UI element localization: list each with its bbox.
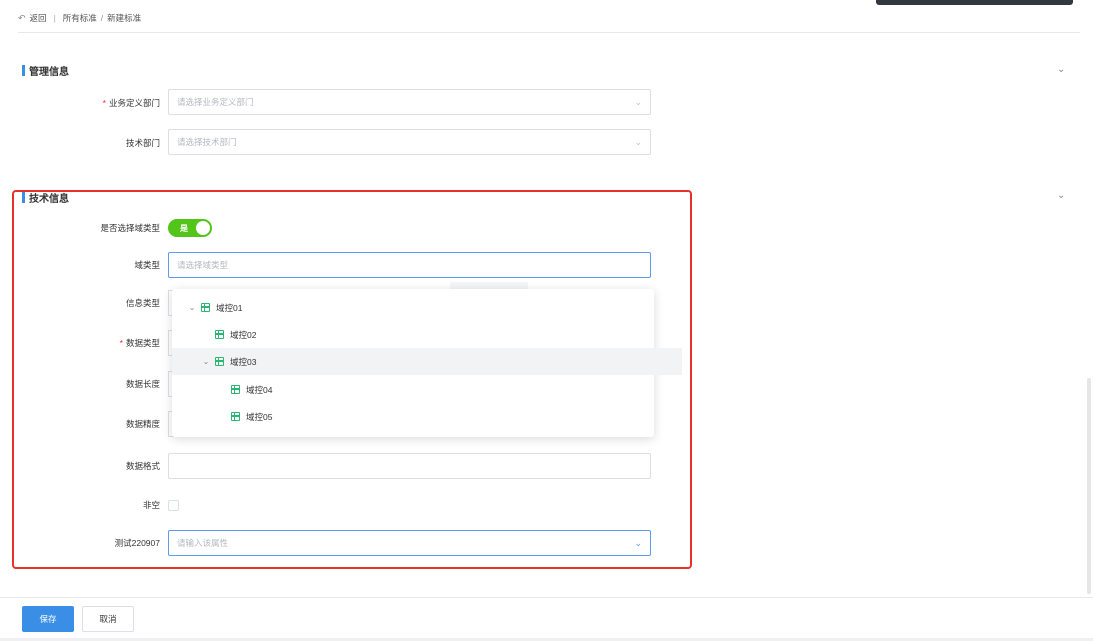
tree-node-label: 域控04 [246,384,273,395]
top-bar-tooltip [876,0,1073,5]
data-format-label: 数据格式 [125,461,160,471]
header-divider [18,32,1080,33]
technical-section-title: 技术信息 [22,190,69,205]
biz-dept-placeholder: 请选择业务定义部门 [177,97,254,107]
footer-divider [0,597,1093,598]
table-icon [215,357,224,366]
section-accent-bar [22,191,25,203]
table-icon [231,412,240,421]
tree-node[interactable]: 域控04 [172,376,710,403]
chevron-down-icon: ⌄ [634,136,642,147]
data-length-label: 数据长度 [125,379,160,389]
not-null-checkbox[interactable] [168,500,179,511]
domain-toggle-switch[interactable]: 是 [168,219,212,237]
biz-dept-select[interactable]: 请选择业务定义部门 ⌄ [168,89,651,115]
tree-node-label: 域控03 [230,356,257,367]
domain-type-select[interactable]: 请选择域类型 [168,252,651,278]
management-section-title: 管理信息 [22,63,69,78]
domain-type-placeholder: 请选择域类型 [177,260,229,270]
scrollbar[interactable] [1087,378,1091,594]
caret-down-icon[interactable]: ⌄ [186,303,198,312]
chevron-down-icon[interactable]: ⌄ [1057,190,1065,201]
breadcrumb-separator: | [53,13,56,23]
tree-node-label: 域控02 [230,329,257,340]
breadcrumb-slash: / [100,13,104,23]
data-type-label: * 数据类型 [119,338,160,348]
breadcrumb-root[interactable]: 所有标准 [63,12,97,24]
toggle-text: 是 [180,223,188,233]
management-title-text: 管理信息 [29,66,69,78]
tech-dept-label: 技术部门 [125,138,160,148]
tech-dept-select[interactable]: 请选择技术部门 ⌄ [168,129,651,155]
toggle-knob [196,221,210,235]
required-mark: * [102,98,106,108]
domain-toggle-label: 是否选择域类型 [100,223,160,233]
chevron-down-icon: ⌄ [634,537,642,548]
table-icon [231,385,240,394]
save-button[interactable]: 保存 [22,606,74,632]
not-null-label: 非空 [142,500,160,510]
tree-node[interactable]: 域控02 [172,321,694,348]
chevron-down-icon[interactable]: ⌄ [1057,64,1065,75]
back-icon[interactable]: ↶ [18,13,26,24]
domain-tree-dropdown: ⌄ 域控01 域控02 ⌄ 域控03 域控04 域控05 [172,289,682,437]
tree-node-label: 域控01 [216,302,243,313]
domain-type-label: 域类型 [134,260,160,270]
test-field-placeholder: 请输入该属性 [177,538,229,548]
biz-dept-label: * 业务定义部门 [102,98,160,108]
table-icon [201,303,210,312]
caret-down-icon[interactable]: ⌄ [200,357,212,366]
data-format-input[interactable] [168,453,651,479]
data-precision-label: 数据精度 [125,419,160,429]
tree-node[interactable]: ⌄ 域控03 [172,348,682,375]
tech-dept-placeholder: 请选择技术部门 [177,137,237,147]
tree-node-label: 域控05 [246,411,273,422]
chevron-down-icon: ⌄ [634,96,642,107]
back-link[interactable]: 返回 [30,12,47,24]
tree-node[interactable]: ⌄ 域控01 [172,294,668,321]
test-field-select[interactable]: 请输入该属性 ⌄ [168,530,651,556]
required-mark: * [119,338,123,348]
technical-title-text: 技术信息 [29,193,69,205]
table-icon [215,330,224,339]
breadcrumb-current: 新建标准 [107,13,142,23]
breadcrumb: ↶ 返回 | 所有标准 / 新建标准 [18,10,141,26]
section-accent-bar [22,64,25,76]
cancel-button[interactable]: 取消 [82,606,134,632]
test-field-label: 测试220907 [114,538,160,548]
info-type-label: 信息类型 [125,298,160,308]
tree-node[interactable]: 域控05 [172,403,710,430]
